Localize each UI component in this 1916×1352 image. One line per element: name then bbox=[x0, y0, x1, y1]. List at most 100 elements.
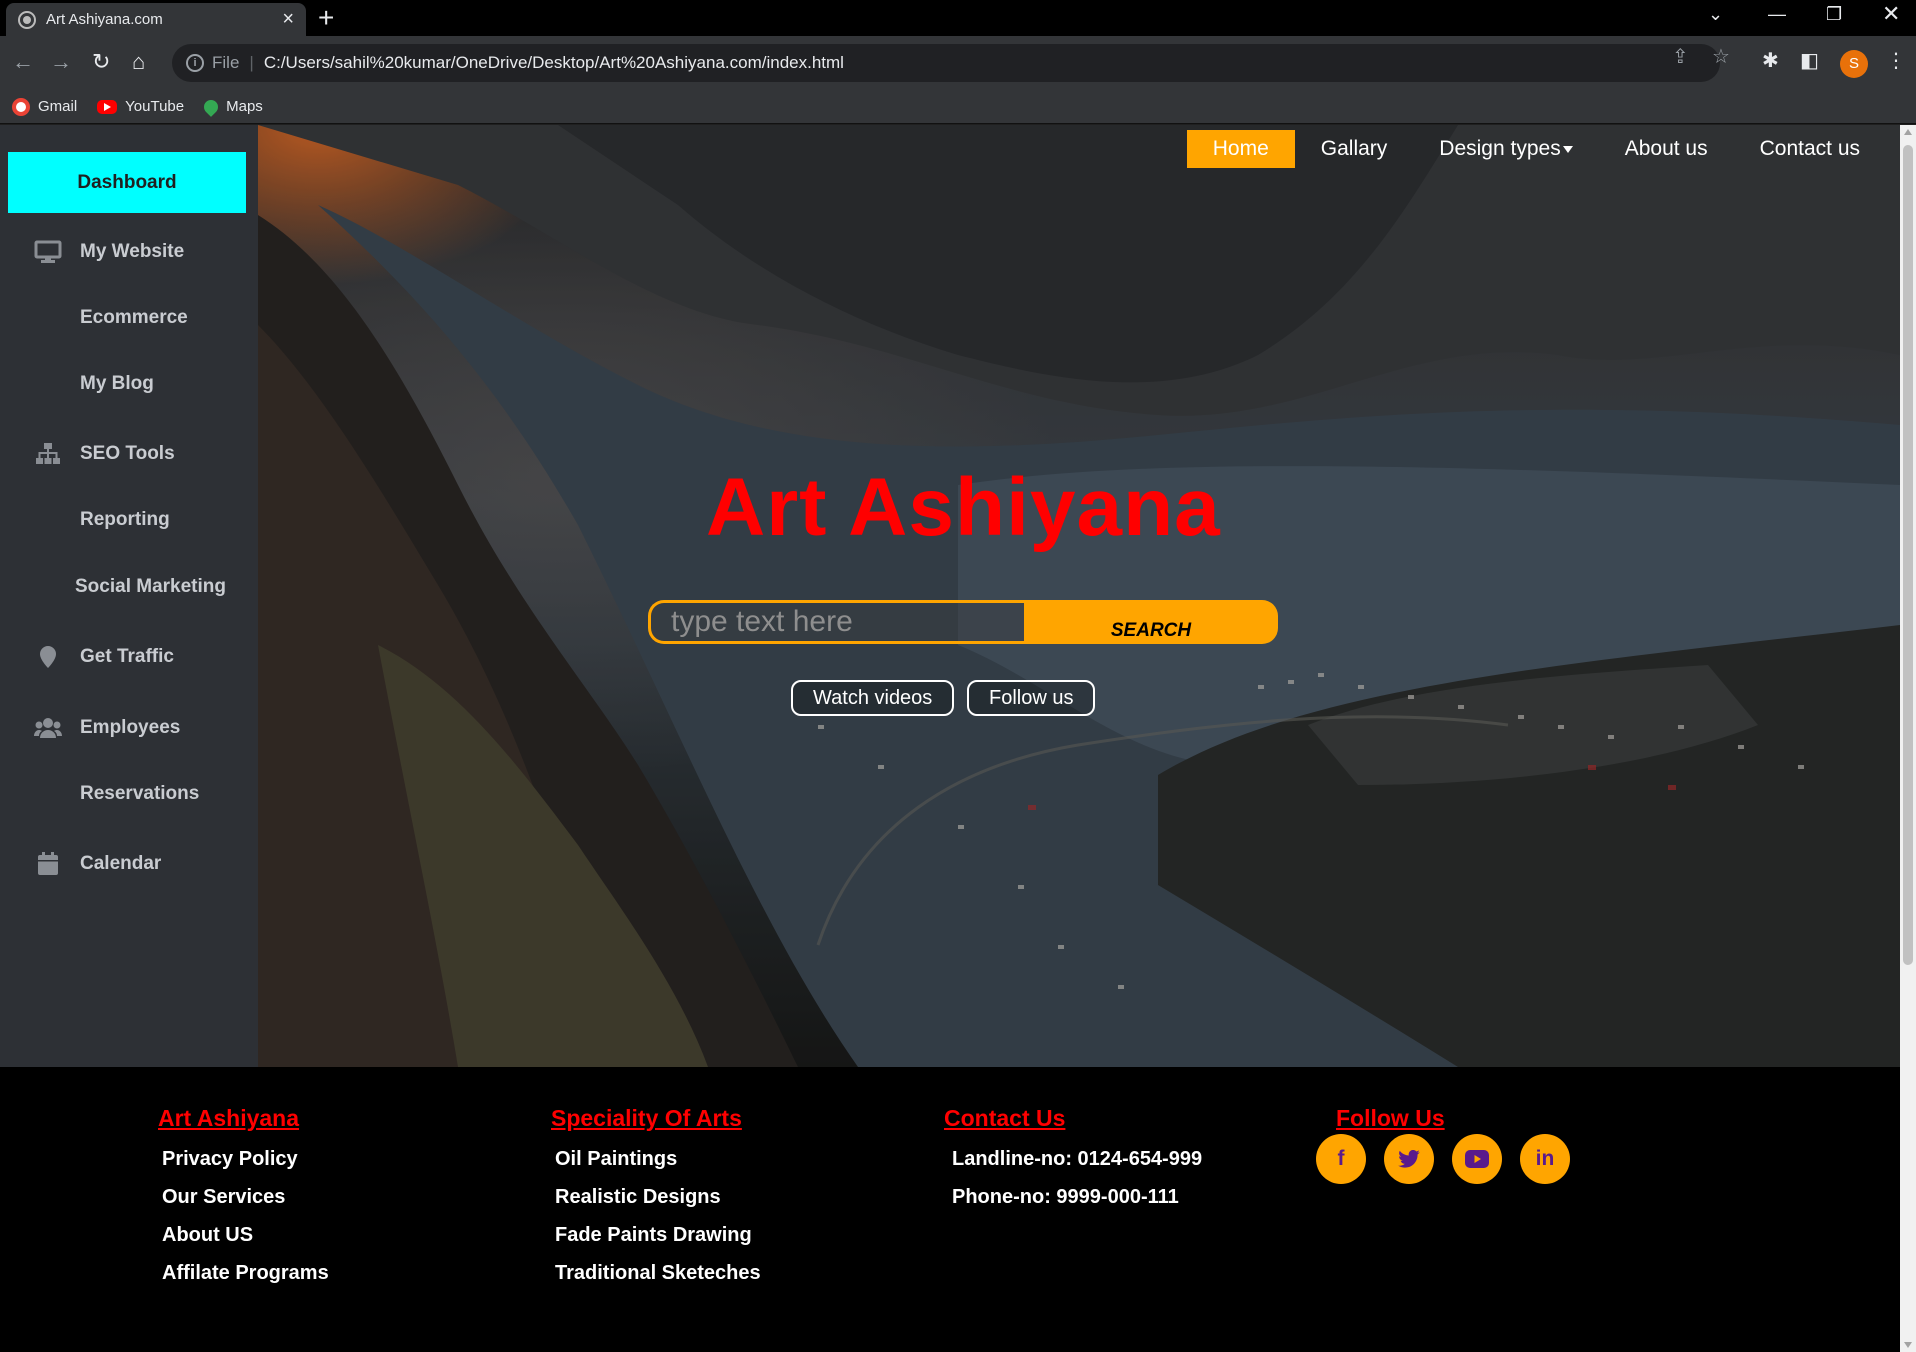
footer-link-oil-paintings[interactable]: Oil Paintings bbox=[551, 1140, 761, 1178]
footer-heading[interactable]: Art Ashiyana bbox=[158, 1105, 329, 1132]
footer-heading[interactable]: Speciality Of Arts bbox=[551, 1105, 761, 1132]
sidebar-item-get-traffic[interactable]: Get Traffic bbox=[0, 635, 258, 679]
home-icon[interactable]: ⌂ bbox=[132, 48, 145, 76]
top-navigation: Home Gallary Design types About us Conta… bbox=[1186, 130, 1886, 168]
sidebar-item-employees[interactable]: Employees bbox=[0, 706, 258, 750]
file-label: File bbox=[212, 53, 240, 72]
scroll-down-icon[interactable] bbox=[1904, 1342, 1912, 1348]
sidebar-item-label: Ecommerce bbox=[80, 307, 188, 328]
caret-down-icon bbox=[1562, 145, 1573, 153]
bookmark-maps[interactable]: Maps bbox=[201, 96, 263, 117]
sidebar-item-label: My Blog bbox=[80, 373, 154, 394]
footer-link-about-us[interactable]: About US bbox=[158, 1216, 329, 1254]
close-tab-icon[interactable]: × bbox=[282, 8, 294, 31]
sidebar-item-reporting[interactable]: Reporting bbox=[0, 498, 258, 542]
sidebar-item-label: My Website bbox=[80, 241, 185, 262]
bookmark-youtube[interactable]: YouTube bbox=[97, 98, 184, 115]
monitor-icon bbox=[34, 240, 62, 263]
hero-title: Art Ashiyana bbox=[706, 462, 1221, 553]
hero-section: Home Gallary Design types About us Conta… bbox=[258, 125, 1900, 1067]
footer-phone: Phone-no: 9999-000-111 bbox=[952, 1186, 1179, 1208]
page-viewport: Dashboard My Website Ecommerce My Blog S… bbox=[0, 125, 1900, 1352]
sidebar-item-label: Get Traffic bbox=[80, 646, 174, 667]
bookmark-label: Maps bbox=[226, 98, 263, 115]
info-icon[interactable]: i bbox=[186, 54, 204, 72]
extensions-icon[interactable]: ✱ bbox=[1762, 48, 1779, 73]
footer-col-speciality: Speciality Of Arts Oil Paintings Realist… bbox=[551, 1105, 761, 1292]
footer-heading[interactable]: Follow Us bbox=[1336, 1105, 1588, 1132]
url-separator: | bbox=[249, 53, 254, 72]
sidebar-item-calendar[interactable]: Calendar bbox=[0, 842, 258, 886]
youtube-icon[interactable] bbox=[1452, 1134, 1502, 1184]
nav-gallary[interactable]: Gallary bbox=[1295, 130, 1414, 168]
tab-title: Art Ashiyana.com bbox=[46, 11, 163, 28]
search-bar: SEARCH bbox=[648, 600, 1278, 644]
sidebar-item-ecommerce[interactable]: Ecommerce bbox=[0, 296, 258, 340]
footer-col-contact: Contact Us Landline-no: 0124-654-999 Pho… bbox=[944, 1105, 1202, 1216]
footer-link-realistic-designs[interactable]: Realistic Designs bbox=[551, 1178, 761, 1216]
linkedin-icon[interactable]: in bbox=[1520, 1134, 1570, 1184]
scroll-up-icon[interactable] bbox=[1904, 129, 1912, 135]
sidebar-item-label: Employees bbox=[80, 717, 181, 738]
social-links: f in bbox=[1316, 1134, 1588, 1184]
bookmark-star-icon[interactable]: ☆ bbox=[1712, 44, 1730, 69]
search-input[interactable] bbox=[648, 600, 1024, 644]
sidebar-item-label: Social Marketing bbox=[75, 576, 226, 597]
bookmark-label: YouTube bbox=[125, 98, 185, 115]
footer-landline: Landline-no: 0124-654-999 bbox=[952, 1148, 1203, 1170]
browser-tab-bar: Art Ashiyana.com × + ⌄ — ❐ ✕ bbox=[0, 0, 1916, 36]
maps-icon bbox=[201, 96, 222, 117]
sidebar: Dashboard My Website Ecommerce My Blog S… bbox=[0, 125, 258, 1067]
sidebar-item-seo-tools[interactable]: SEO Tools bbox=[0, 432, 258, 476]
gmail-icon bbox=[12, 97, 30, 116]
nav-design-types[interactable]: Design types bbox=[1413, 130, 1598, 168]
nav-home[interactable]: Home bbox=[1186, 130, 1295, 168]
bookmark-gmail[interactable]: Gmail bbox=[12, 97, 78, 116]
footer-link-traditional-sketches[interactable]: Traditional Sketeches bbox=[551, 1254, 761, 1292]
footer-link-fade-paints-drawing[interactable]: Fade Paints Drawing bbox=[551, 1216, 761, 1254]
follow-us-button[interactable]: Follow us bbox=[967, 680, 1096, 716]
sidebar-item-reservations[interactable]: Reservations bbox=[0, 772, 258, 816]
dashboard-button[interactable]: Dashboard bbox=[8, 152, 246, 213]
nav-about-us[interactable]: About us bbox=[1599, 130, 1734, 168]
twitter-icon[interactable] bbox=[1384, 1134, 1434, 1184]
forward-icon[interactable]: → bbox=[50, 48, 72, 76]
new-tab-button[interactable]: + bbox=[318, 2, 334, 34]
footer-heading[interactable]: Contact Us bbox=[944, 1105, 1202, 1132]
bookmarks-bar: Gmail YouTube Maps bbox=[0, 90, 1916, 124]
bookmark-label: Gmail bbox=[38, 98, 78, 115]
sidebar-item-label: Reservations bbox=[80, 783, 200, 804]
back-icon[interactable]: ← bbox=[12, 48, 34, 76]
nav-contact-us[interactable]: Contact us bbox=[1734, 130, 1886, 168]
footer-link-our-services[interactable]: Our Services bbox=[158, 1178, 329, 1216]
tab-search-icon[interactable]: ⌄ bbox=[1708, 4, 1723, 25]
side-panel-icon[interactable]: ◧ bbox=[1800, 48, 1819, 73]
footer-link-privacy-policy[interactable]: Privacy Policy bbox=[158, 1140, 329, 1178]
page-scrollbar[interactable] bbox=[1900, 125, 1916, 1352]
nav-design-types-label: Design types bbox=[1439, 137, 1561, 160]
watch-videos-button[interactable]: Watch videos bbox=[791, 680, 955, 716]
sidebar-item-social-marketing[interactable]: Social Marketing bbox=[0, 565, 258, 609]
sidebar-item-my-website[interactable]: My Website bbox=[0, 230, 258, 274]
address-bar[interactable]: i File | C:/Users/sahil%20kumar/OneDrive… bbox=[172, 44, 1720, 82]
profile-avatar[interactable]: S bbox=[1840, 50, 1868, 78]
sitemap-icon bbox=[36, 443, 60, 464]
sidebar-item-label: SEO Tools bbox=[80, 443, 175, 464]
restore-icon[interactable]: ❐ bbox=[1826, 4, 1842, 25]
share-icon[interactable]: ⇪ bbox=[1672, 44, 1689, 69]
globe-icon bbox=[18, 10, 36, 29]
facebook-icon[interactable]: f bbox=[1316, 1134, 1366, 1184]
scrollbar-thumb[interactable] bbox=[1903, 145, 1913, 965]
window-close-icon[interactable]: ✕ bbox=[1882, 1, 1900, 27]
browser-tab[interactable]: Art Ashiyana.com × bbox=[6, 3, 306, 36]
footer-col-follow: Follow Us f in bbox=[1316, 1105, 1588, 1184]
footer-link-affiliate-programs[interactable]: Affilate Programs bbox=[158, 1254, 329, 1292]
minimize-icon[interactable]: — bbox=[1768, 4, 1786, 25]
sidebar-item-my-blog[interactable]: My Blog bbox=[0, 362, 258, 406]
hero-background-image bbox=[258, 125, 1900, 1067]
search-button[interactable]: SEARCH bbox=[1024, 600, 1278, 644]
menu-icon[interactable]: ⋮ bbox=[1886, 48, 1906, 73]
reload-icon[interactable]: ↻ bbox=[92, 48, 110, 76]
url-text: C:/Users/sahil%20kumar/OneDrive/Desktop/… bbox=[263, 53, 844, 72]
map-pin-icon bbox=[40, 646, 56, 668]
